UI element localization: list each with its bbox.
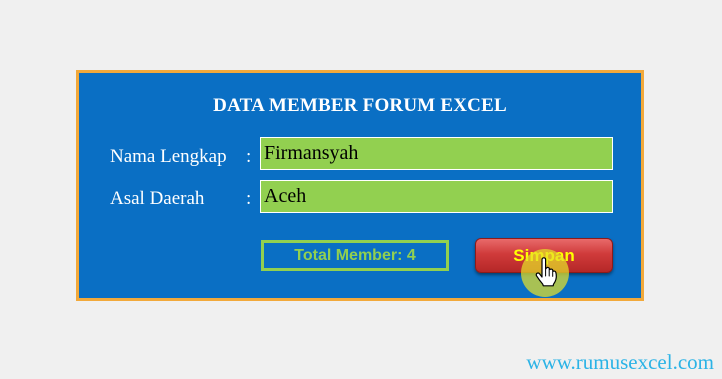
name-label: Nama Lengkap xyxy=(110,146,227,167)
region-input[interactable] xyxy=(260,180,613,213)
website-link[interactable]: www.rumusexcel.com xyxy=(526,350,714,375)
name-colon: : xyxy=(246,146,252,167)
form-title: DATA MEMBER FORUM EXCEL xyxy=(213,95,507,116)
region-label: Asal Daerah xyxy=(110,188,205,209)
page: DATA MEMBER FORUM EXCEL Nama Lengkap : A… xyxy=(0,0,722,379)
full-name-input[interactable] xyxy=(260,137,613,170)
member-form-panel: DATA MEMBER FORUM EXCEL Nama Lengkap : A… xyxy=(76,70,644,301)
region-colon: : xyxy=(246,188,252,209)
save-button[interactable]: Simpan xyxy=(475,238,613,273)
total-member-counter: Total Member: 4 xyxy=(261,240,449,271)
